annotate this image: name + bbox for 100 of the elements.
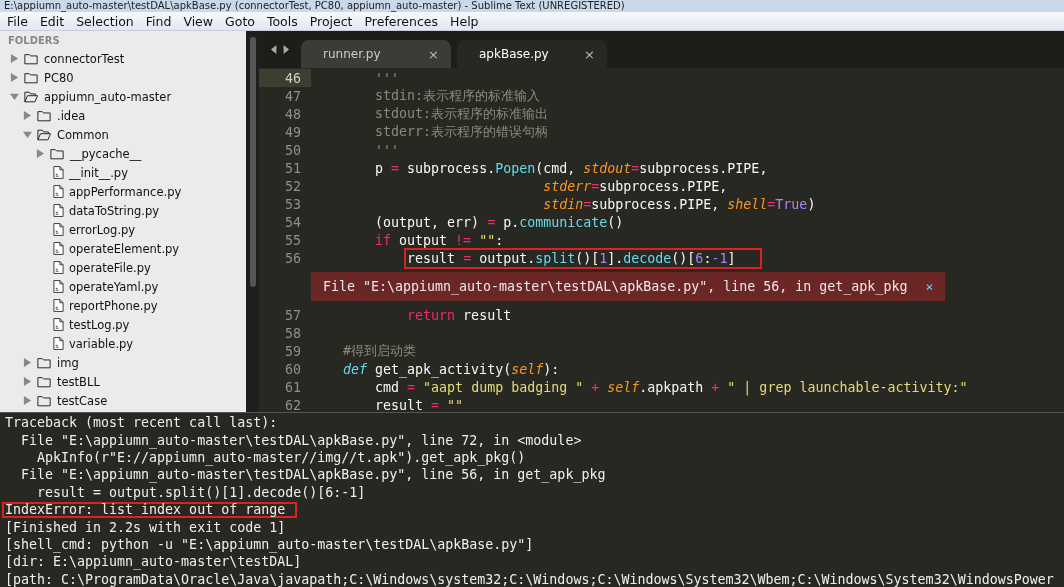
collapsed-arrow-icon[interactable]: [10, 54, 19, 63]
tree-item[interactable]: __init__.py: [69, 165, 128, 180]
line-number: 59: [284, 342, 302, 360]
line-number: 62: [284, 396, 302, 412]
file-icon: [53, 261, 64, 274]
line-number: 54: [284, 213, 302, 231]
line-number: 57: [284, 306, 302, 324]
menu-item[interactable]: Selection: [71, 13, 141, 29]
close-icon[interactable]: ×: [584, 46, 595, 62]
file-icon: [53, 299, 64, 312]
menu-item[interactable]: Tools: [261, 13, 305, 29]
menu-item[interactable]: Preferences: [359, 13, 446, 29]
tree-item[interactable]: variable.py: [69, 336, 134, 351]
line-number: 50: [284, 141, 302, 159]
code-line: def get_apk_activity(self):: [342, 361, 560, 377]
output-line: File "E:\appiumn_auto-master\testDAL\apkBase.py", line 72, in <module>: [20, 432, 582, 448]
menu-item[interactable]: Find: [140, 13, 179, 29]
window-title: E:\appiumn_auto-master\testDAL\apkBase.py (connectorTest, PC80, appiumn_auto-master) - Sublime Text (UNREGISTERED): [4, 0, 625, 12]
output-line: Traceback (most recent call last):: [5, 415, 278, 431]
tree-item[interactable]: .idea: [57, 108, 86, 123]
code-line: ''': [374, 70, 400, 86]
tree-item[interactable]: appiumn_auto-master: [44, 89, 172, 104]
folder-icon: [24, 52, 38, 65]
tree-item[interactable]: operateElement.py: [69, 241, 180, 256]
tree-item[interactable]: errorLog.py: [69, 222, 136, 237]
tree-item[interactable]: __pycache__: [70, 146, 142, 161]
folder-icon: [37, 109, 51, 122]
file-icon: [53, 185, 64, 198]
file-tab[interactable]: apkBase.py ×: [457, 40, 607, 68]
line-number: 51: [284, 159, 302, 177]
code-line: result = "": [374, 397, 464, 412]
line-number: 52: [284, 177, 302, 195]
output-line: File "E:\appiumn_auto-master\testDAL\apkBase.py", line 56, in get_apk_pkg: [20, 467, 606, 483]
code-line: ''': [374, 142, 400, 158]
scrollbar[interactable]: [246, 31, 259, 412]
tree-item[interactable]: testBLL: [57, 374, 100, 389]
collapsed-arrow-icon[interactable]: [23, 396, 32, 405]
expanded-arrow-icon[interactable]: [10, 92, 19, 101]
code-line: stdin:表示程序的标准输入: [374, 87, 541, 105]
close-icon[interactable]: ×: [428, 46, 439, 62]
line-number: 53: [284, 195, 302, 213]
folder-icon: [37, 375, 51, 388]
code-line: stderr=subprocess.PIPE,: [542, 178, 728, 194]
code-line: return result: [406, 307, 512, 323]
tree-item[interactable]: img: [57, 355, 79, 370]
folder-icon: [37, 356, 51, 369]
tree-item[interactable]: connectorTest: [44, 51, 125, 66]
menu-item[interactable]: Edit: [34, 13, 72, 29]
collapsed-arrow-icon[interactable]: [36, 149, 45, 158]
line-number: 46: [259, 69, 311, 87]
menu-item[interactable]: File: [2, 13, 35, 29]
expanded-arrow-icon[interactable]: [23, 130, 32, 139]
navigation-arrows-icon[interactable]: [271, 45, 289, 54]
line-number: 49: [284, 123, 302, 141]
file-icon: [53, 280, 64, 293]
code-line: (output, err) = p.communicate(): [374, 214, 624, 230]
collapsed-arrow-icon[interactable]: [23, 111, 32, 120]
line-number: 61: [284, 378, 302, 396]
menu-item[interactable]: View: [178, 13, 221, 29]
line-number: 60: [284, 360, 302, 378]
output-line: [path: C:\ProgramData\Oracle\Java\javapath;C:\Windows\system32;C:\Windows;C:\Windows\System32\Wbem;C:\Windows\System32\WindowsPower: [5, 571, 1054, 587]
code-line: result = output.split()[1].decode()[6:-1]: [407, 250, 760, 266]
error-message: File "E:\appiumn_auto-master\testDAL\apkBase.py", line 56, in get_apk_pkg: [323, 279, 908, 294]
collapsed-arrow-icon[interactable]: [23, 358, 32, 367]
tree-item[interactable]: appPerformance.py: [69, 184, 182, 199]
close-icon[interactable]: ×: [925, 279, 934, 294]
menu-item[interactable]: Goto: [220, 13, 262, 29]
folder-icon: [24, 71, 38, 84]
output-line: [Finished in 2.2s with exit code 1]: [5, 519, 286, 535]
code-line: stdout:表示程序的标准输出: [374, 105, 549, 123]
output-line: result = output.split()[1].decode()[6:-1]: [36, 484, 366, 500]
line-number: 55: [284, 231, 302, 249]
code-line: #得到启动类: [342, 342, 417, 360]
tree-item[interactable]: operateYaml.py: [69, 279, 159, 294]
tree-item[interactable]: dataToString.py: [69, 203, 160, 218]
output-line: [dir: E:\appiumn_auto-master\testDAL]: [5, 554, 302, 570]
file-icon: [53, 318, 64, 331]
tree-item[interactable]: operateFile.py: [69, 260, 151, 275]
code-line: stdin=subprocess.PIPE, shell=True): [542, 196, 816, 212]
tree-item[interactable]: testCase: [57, 393, 108, 408]
menu-item[interactable]: Project: [304, 13, 360, 29]
file-icon: [53, 242, 64, 255]
folder-icon: [37, 394, 51, 407]
code-line: p = subprocess.Popen(cmd, stdout=subprocess.PIPE,: [374, 160, 768, 176]
tree-item[interactable]: PC80: [44, 70, 74, 85]
code-line: cmd = "aapt dump badging " + self.apkpath + " | grep launchable-activity:": [374, 379, 968, 395]
tree-item[interactable]: Common: [57, 127, 109, 142]
tree-item[interactable]: reportPhone.py: [69, 298, 158, 313]
line-number: 58: [284, 324, 302, 342]
folder-icon: [50, 147, 64, 160]
tree-item[interactable]: testLog.py: [69, 317, 130, 332]
collapsed-arrow-icon[interactable]: [23, 377, 32, 386]
open-folder-icon: [37, 128, 51, 141]
file-tab[interactable]: runner.py ×: [301, 40, 451, 68]
sidebar-heading: FOLDERS: [7, 35, 61, 48]
menu-item[interactable]: Help: [445, 13, 486, 29]
line-number: 56: [284, 249, 302, 267]
code-line: if output != "":: [374, 232, 504, 248]
collapsed-arrow-icon[interactable]: [10, 73, 19, 82]
output-line: [shell_cmd: python -u "E:\appiumn_auto-master\testDAL\apkBase.py"]: [5, 536, 534, 552]
